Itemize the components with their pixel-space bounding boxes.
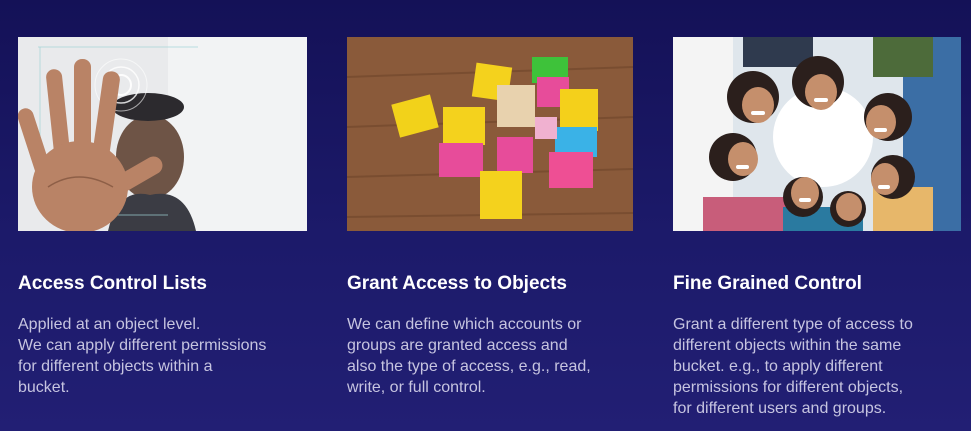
- card-description-line: Applied at an object level.: [18, 316, 201, 333]
- card-description-line: Grant a different type of access to: [673, 316, 913, 333]
- card-description-line: bucket.: [18, 379, 70, 396]
- card-description: Applied at an object level. We can apply…: [18, 314, 308, 398]
- card-title: Grant Access to Objects: [347, 273, 567, 294]
- card-description-line: for different users and groups.: [673, 400, 887, 417]
- card-title: Access Control Lists: [18, 273, 207, 294]
- card-description-line: write, or full control.: [347, 379, 486, 396]
- card-description-line: permissions for different objects,: [673, 379, 904, 396]
- card-description-line: We can apply different permissions: [18, 337, 267, 354]
- card-description-line: bucket. e.g., to apply different: [673, 358, 883, 375]
- card-description-line: different objects within the same: [673, 337, 902, 354]
- hand-fingerprint-image: [18, 37, 307, 231]
- card-description-line: for different objects within a: [18, 358, 213, 375]
- card-description: Grant a different type of access to diff…: [673, 314, 963, 419]
- people-circle-image: [673, 37, 961, 231]
- card-description-line: We can define which accounts or: [347, 316, 582, 333]
- card-title: Fine Grained Control: [673, 273, 862, 294]
- card-description: We can define which accounts or groups a…: [347, 314, 637, 398]
- colored-blocks-image: [347, 37, 633, 231]
- card-description-line: also the type of access, e.g., read,: [347, 358, 591, 375]
- card-description-line: groups are granted access and: [347, 337, 568, 354]
